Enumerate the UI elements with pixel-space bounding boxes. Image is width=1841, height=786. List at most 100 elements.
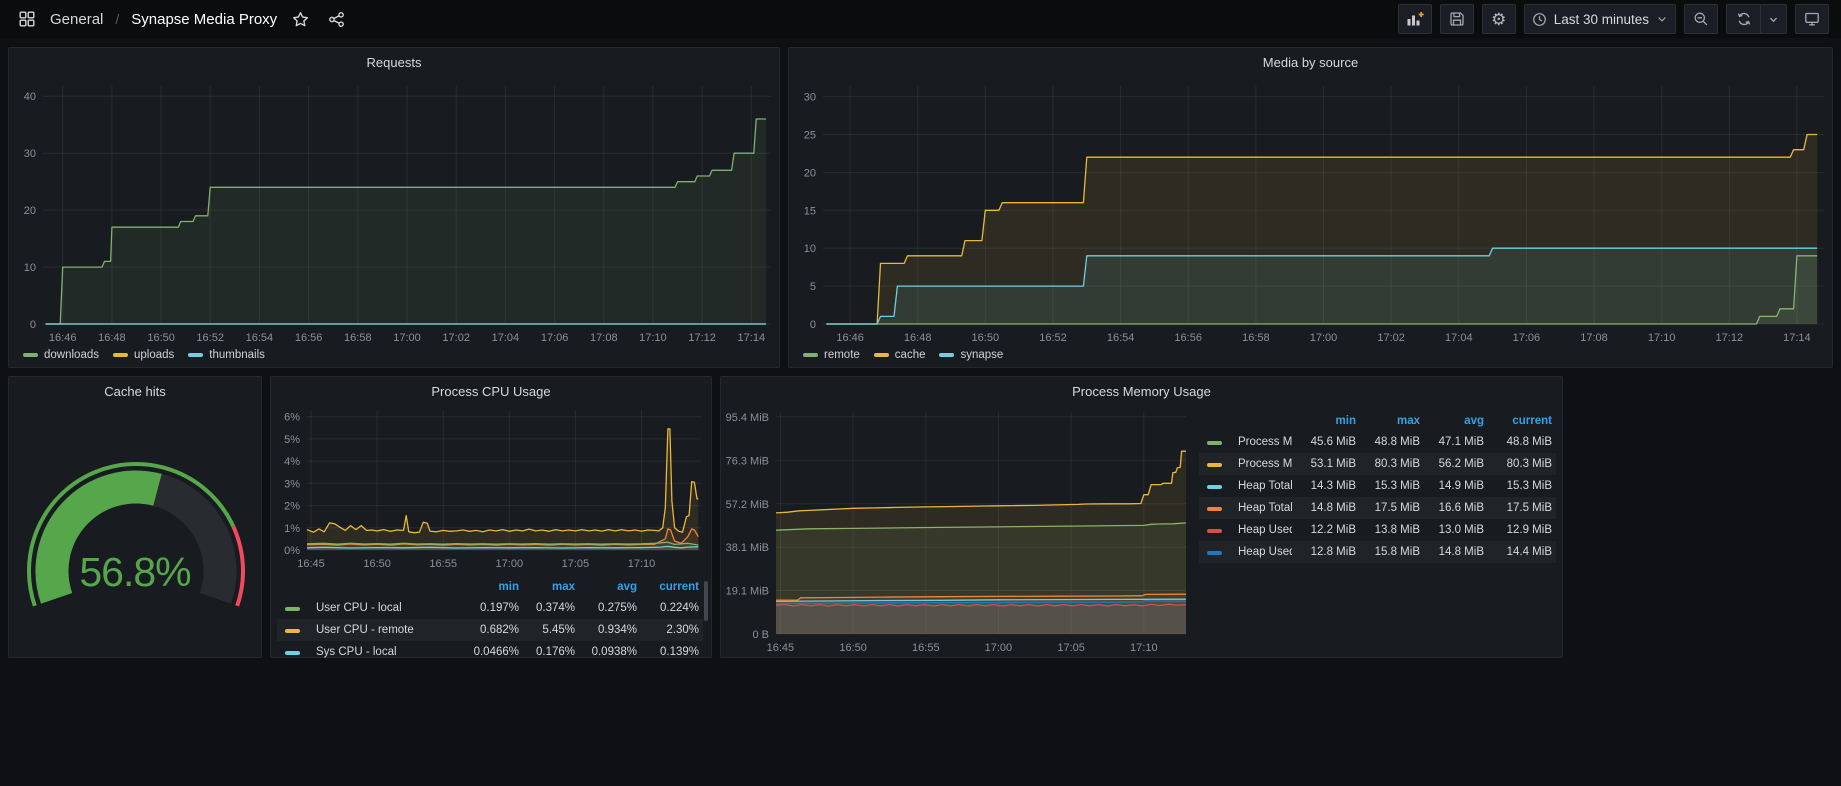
y-axis-tick-label: 1%: [284, 523, 300, 535]
legend-scrollbar[interactable]: [704, 581, 708, 621]
legend-column-header-current[interactable]: current: [1484, 415, 1552, 427]
x-axis-tick-label: 17:10: [628, 558, 656, 570]
series-label: Heap Total - aura: [1230, 502, 1292, 514]
legend-swatch: [803, 353, 818, 357]
y-axis-tick-label: 57.2 MiB: [726, 499, 769, 511]
grid-icon[interactable]: [14, 6, 40, 32]
stat-avg: 16.6 MiB: [1420, 502, 1484, 514]
series-label: Process Memory - cosmos: [1230, 436, 1292, 448]
x-axis-tick-label: 16:56: [1174, 332, 1202, 344]
panel-title[interactable]: Cache hits: [9, 377, 261, 405]
x-axis-tick-label: 16:48: [904, 332, 932, 344]
refresh-icon: [1736, 11, 1752, 27]
legend-row[interactable]: Heap Total - aura14.8 MiB17.5 MiB16.6 Mi…: [1199, 497, 1556, 519]
panel-title[interactable]: Media by source: [789, 48, 1832, 76]
panel-title[interactable]: Requests: [9, 48, 779, 76]
y-axis-tick-label: 20: [804, 167, 816, 179]
legend-table-header: minmaxavgcurrent: [1199, 411, 1556, 431]
legend-item-remote[interactable]: remote: [803, 349, 860, 361]
y-axis-tick-label: 2%: [284, 501, 300, 513]
x-axis-tick-label: 17:10: [1648, 332, 1676, 344]
y-axis-tick-label: 10: [804, 243, 816, 255]
process-memory-chart[interactable]: 16:4516:5016:5517:0017:0517:100 B19.1 Mi…: [721, 405, 1201, 655]
legend-column-header-max[interactable]: max: [1356, 415, 1420, 427]
stat-max: 13.8 MiB: [1356, 524, 1420, 536]
cycle-view-mode-button[interactable]: [1795, 4, 1829, 34]
stat-min: 12.2 MiB: [1292, 524, 1356, 536]
dashboard-settings-button[interactable]: ⚙: [1482, 4, 1516, 34]
x-axis-tick-label: 17:02: [442, 332, 470, 344]
save-dashboard-button[interactable]: [1440, 4, 1474, 34]
legend-row[interactable]: Heap Used - aura12.8 MiB15.8 MiB14.8 MiB…: [1199, 541, 1556, 563]
legend-column-header-avg[interactable]: avg: [1420, 415, 1484, 427]
y-axis-tick-label: 30: [24, 148, 36, 160]
legend-column-header-avg[interactable]: avg: [575, 581, 637, 593]
legend-row[interactable]: Sys CPU - local0.0466%0.176%0.0938%0.139…: [277, 641, 703, 663]
stat-min: 53.1 MiB: [1292, 458, 1356, 470]
y-axis-tick-label: 25: [804, 130, 816, 142]
x-axis-tick-label: 16:52: [196, 332, 224, 344]
stat-max: 15.8 MiB: [1356, 546, 1420, 558]
legend-label: cache: [895, 349, 926, 361]
refresh-button[interactable]: [1726, 4, 1760, 34]
series-label: Heap Total - cosmos: [1230, 480, 1292, 492]
legend-column-header-min[interactable]: min: [1292, 415, 1356, 427]
y-axis-tick-label: 6%: [284, 412, 300, 424]
stat-max: 17.5 MiB: [1356, 502, 1420, 514]
x-axis-tick-label: 16:54: [1107, 332, 1135, 344]
media-by-source-panel: Media by source 16:4616:4816:5016:5216:5…: [788, 47, 1833, 368]
process-memory-legend-table: minmaxavgcurrentProcess Memory - cosmos4…: [1199, 411, 1556, 563]
legend-row[interactable]: User CPU - local0.197%0.374%0.275%0.224%: [277, 597, 703, 619]
legend-label: remote: [824, 349, 860, 361]
requests-chart[interactable]: 16:4616:4816:5016:5216:5416:5616:5817:00…: [9, 80, 781, 348]
series-line-user-cpu-remote: [307, 429, 698, 533]
time-range-picker[interactable]: Last 30 minutes: [1524, 4, 1676, 34]
stat-max: 5.45%: [519, 624, 575, 636]
y-axis-tick-label: 95.4 MiB: [726, 412, 769, 424]
y-axis-tick-label: 5%: [284, 434, 300, 446]
panel-title[interactable]: Process CPU Usage: [271, 377, 711, 405]
dashboard-title[interactable]: Synapse Media Proxy: [131, 11, 277, 28]
media-by-source-chart[interactable]: 16:4616:4816:5016:5216:5416:5616:5817:00…: [789, 80, 1834, 348]
legend-swatch: [1207, 529, 1222, 533]
time-range-label: Last 30 minutes: [1554, 12, 1649, 27]
process-memory-panel: Process Memory Usage 16:4516:5016:5517:0…: [720, 376, 1563, 658]
stat-current: 0.224%: [637, 602, 699, 614]
legend-swatch: [23, 353, 38, 357]
process-cpu-chart[interactable]: 16:4516:5016:5517:0017:0517:100%1%2%3%4%…: [271, 405, 713, 580]
stat-min: 14.8 MiB: [1292, 502, 1356, 514]
legend-item-thumbnails[interactable]: thumbnails: [188, 349, 265, 361]
add-panel-button[interactable]: [1398, 4, 1432, 34]
stat-min: 0.0466%: [457, 646, 519, 658]
cache-hits-gauge: [9, 407, 263, 647]
legend-column-header-max[interactable]: max: [519, 581, 575, 593]
legend-row[interactable]: Process Memory - cosmos45.6 MiB48.8 MiB4…: [1199, 431, 1556, 453]
series-area: [46, 119, 767, 324]
legend-item-downloads[interactable]: downloads: [23, 349, 99, 361]
legend-row[interactable]: Heap Used - cosmos12.2 MiB13.8 MiB13.0 M…: [1199, 519, 1556, 541]
legend-row[interactable]: Heap Total - cosmos14.3 MiB15.3 MiB14.9 …: [1199, 475, 1556, 497]
y-axis-tick-label: 0%: [284, 545, 300, 557]
legend-item-uploads[interactable]: uploads: [113, 349, 174, 361]
stat-min: 12.8 MiB: [1292, 546, 1356, 558]
zoom-out-button[interactable]: [1684, 4, 1718, 34]
refresh-interval-dropdown[interactable]: [1760, 4, 1787, 34]
stat-max: 80.3 MiB: [1356, 458, 1420, 470]
legend-column-header-min[interactable]: min: [457, 581, 519, 593]
share-icon[interactable]: [323, 6, 349, 32]
legend-item-cache[interactable]: cache: [874, 349, 926, 361]
x-axis-tick-label: 16:46: [836, 332, 864, 344]
x-axis-tick-label: 17:02: [1377, 332, 1405, 344]
stat-avg: 14.9 MiB: [1420, 480, 1484, 492]
legend-row[interactable]: User CPU - remote0.682%5.45%0.934%2.30%: [277, 619, 703, 641]
legend-item-synapse[interactable]: synapse: [939, 349, 1003, 361]
star-icon[interactable]: [287, 6, 313, 32]
panel-title[interactable]: Process Memory Usage: [721, 377, 1562, 405]
x-axis-tick-label: 17:00: [1310, 332, 1338, 344]
add-panel-icon: [1406, 11, 1424, 27]
legend-row[interactable]: Process Memory - aura53.1 MiB80.3 MiB56.…: [1199, 453, 1556, 475]
series-label: Heap Used - aura: [1230, 546, 1292, 558]
legend-column-header-current[interactable]: current: [637, 581, 699, 593]
breadcrumb-section[interactable]: General: [50, 11, 103, 28]
y-axis-tick-label: 38.1 MiB: [726, 542, 769, 554]
